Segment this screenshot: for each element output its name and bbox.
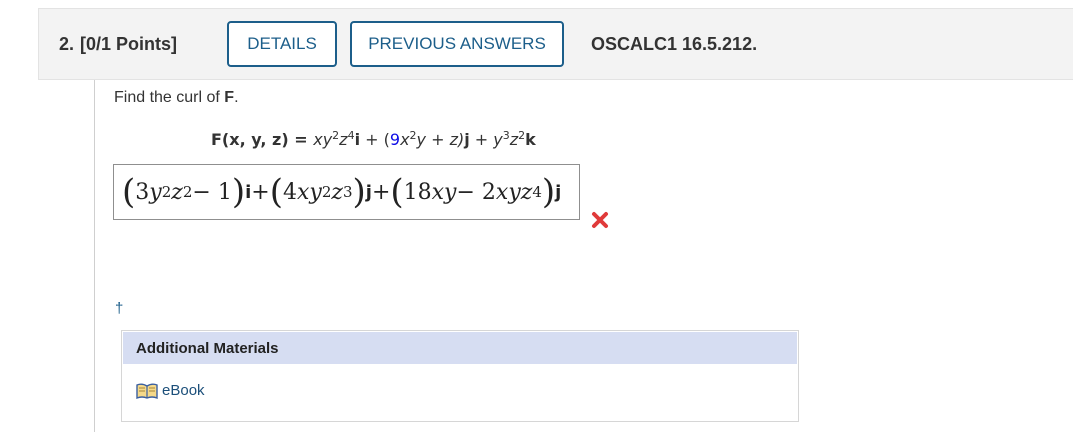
additional-materials-title: Additional Materials xyxy=(123,332,797,364)
question-reference: OSCALC1 16.5.212. xyxy=(591,34,758,54)
question-number: 2. [0/1 Points] xyxy=(59,34,177,55)
content-left-border xyxy=(94,80,95,432)
x-mark-icon xyxy=(592,212,608,228)
question-index: 2. xyxy=(59,34,75,54)
question-header: 2. [0/1 Points] DETAILS PREVIOUS ANSWERS … xyxy=(38,8,1073,80)
answer-input[interactable]: (3 y 2 z 2 − 1) i + (4 xy 2 z 3) j + (18 xy − 2 xyz 4… xyxy=(113,164,580,220)
ebook-label[interactable]: eBook xyxy=(162,382,205,399)
open-book-icon xyxy=(136,383,158,399)
previous-answers-button[interactable]: PREVIOUS ANSWERS xyxy=(350,21,564,67)
points-score: [0/1 Points] xyxy=(80,34,178,54)
ebook-link[interactable]: eBook xyxy=(136,382,205,399)
vector-field-formula: F(x, y, z) = xy2z4i + (9x2y + z)j + y3z2… xyxy=(211,129,536,149)
footnote-marker: † xyxy=(115,300,124,317)
additional-materials-panel: Additional Materials eBook xyxy=(121,330,799,422)
question-prompt: Find the curl of F. xyxy=(114,89,239,106)
details-button[interactable]: DETAILS xyxy=(227,21,337,67)
